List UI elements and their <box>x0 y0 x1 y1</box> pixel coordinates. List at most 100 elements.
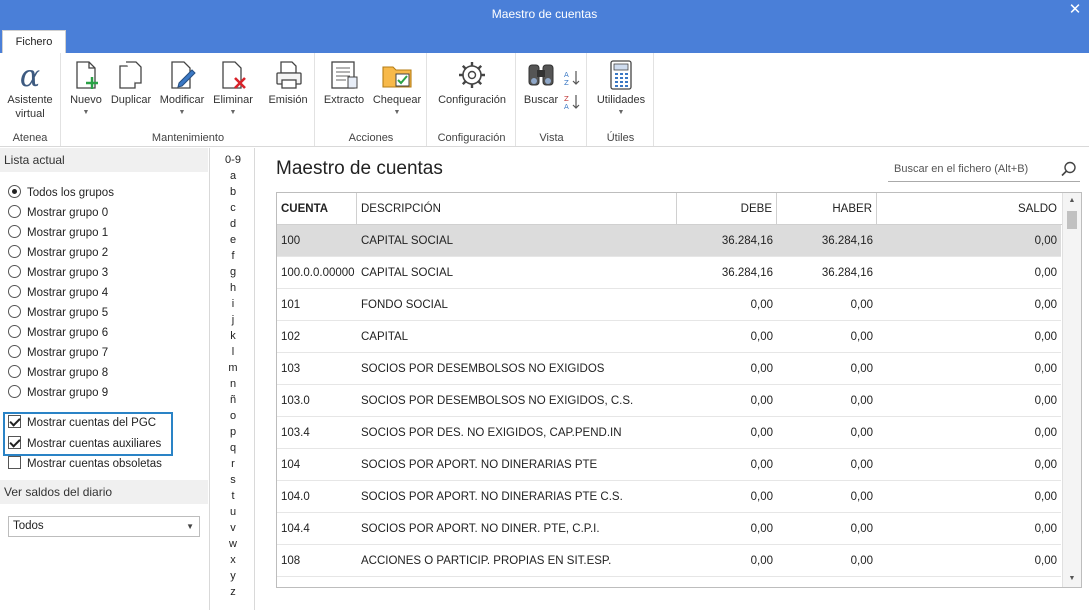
modificar-button[interactable]: Modificar ▼ <box>156 59 208 117</box>
alphabet-letter[interactable]: e <box>211 233 255 247</box>
binoculars-icon <box>528 64 554 86</box>
duplicate-icon <box>119 61 142 89</box>
alphabet-letter[interactable]: b <box>211 185 255 199</box>
radio-button[interactable] <box>8 245 21 258</box>
check-cuentas-obsoletas[interactable]: Mostrar cuentas obsoletas <box>8 455 162 473</box>
sort-az-button[interactable]: A Z <box>563 69 581 90</box>
duplicar-button[interactable]: Duplicar <box>107 59 155 107</box>
alphabet-letter[interactable]: m <box>211 361 255 375</box>
configuracion-button[interactable]: Configuración <box>432 59 512 107</box>
alphabet-letter[interactable]: f <box>211 249 255 263</box>
eliminar-button[interactable]: Eliminar ▼ <box>210 59 256 117</box>
radio-grupo-1[interactable]: Mostrar grupo 1 <box>8 224 108 242</box>
alphabet-letter[interactable]: x <box>211 553 255 567</box>
radio-grupo-4[interactable]: Mostrar grupo 4 <box>8 284 108 302</box>
table-row[interactable]: 101 FONDO SOCIAL 0,00 0,00 0,00 <box>277 289 1061 321</box>
radio-button[interactable] <box>8 365 21 378</box>
table-row[interactable]: 104.0 SOCIOS POR APORT. NO DINERARIAS PTE… <box>277 481 1061 513</box>
alphabet-letter[interactable]: a <box>211 169 255 183</box>
radio-grupo-6[interactable]: Mostrar grupo 6 <box>8 324 108 342</box>
column-header-saldo[interactable]: SALDO <box>877 193 1061 225</box>
checkbox[interactable] <box>8 436 21 449</box>
radio-button[interactable] <box>8 305 21 318</box>
table-row[interactable]: 103.4 SOCIOS POR DES. NO EXIGIDOS, CAP.PE… <box>277 417 1061 449</box>
column-header-descripcion[interactable]: DESCRIPCIÓN <box>357 193 677 225</box>
alphabet-letter[interactable]: u <box>211 505 255 519</box>
checkbox[interactable] <box>8 415 21 428</box>
table-row[interactable]: 108 ACCIONES O PARTICIP. PROPIAS EN SIT.E… <box>277 545 1061 577</box>
buscar-button[interactable]: Buscar <box>519 59 563 107</box>
check-cuentas-pgc[interactable]: Mostrar cuentas del PGC <box>8 414 156 432</box>
asistente-virtual-button[interactable]: α Asistente virtual <box>2 59 58 121</box>
alphabet-letter[interactable]: h <box>211 281 255 295</box>
radio-button[interactable] <box>8 345 21 358</box>
sort-za-button[interactable]: Z A <box>563 93 581 114</box>
radio-grupo-8[interactable]: Mostrar grupo 8 <box>8 364 108 382</box>
alphabet-letter[interactable]: n <box>211 377 255 391</box>
nuevo-button[interactable]: Nuevo ▼ <box>66 59 106 117</box>
scrollbar-thumb[interactable] <box>1067 211 1077 229</box>
alphabet-letter[interactable]: g <box>211 265 255 279</box>
checkbox[interactable] <box>8 456 21 469</box>
table-row[interactable]: 100.0.0.00000 CAPITAL SOCIAL 36.284,16 36.2… <box>277 257 1061 289</box>
table-row[interactable]: 103.0 SOCIOS POR DESEMBOLSOS NO EXIGIDOS,… <box>277 385 1061 417</box>
alphabet-letter[interactable]: s <box>211 473 255 487</box>
search-icon[interactable] <box>1060 160 1078 178</box>
table-row[interactable]: 103 SOCIOS POR DESEMBOLSOS NO EXIGIDOS 0,0… <box>277 353 1061 385</box>
alphabet-letter[interactable]: c <box>211 201 255 215</box>
alphabet-letter[interactable]: k <box>211 329 255 343</box>
column-header-cuenta[interactable]: CUENTA <box>277 193 357 225</box>
alphabet-letter[interactable]: p <box>211 425 255 439</box>
alphabet-letter[interactable]: o <box>211 409 255 423</box>
alphabet-letter[interactable]: r <box>211 457 255 471</box>
radio-grupo-3[interactable]: Mostrar grupo 3 <box>8 264 108 282</box>
utilidades-button[interactable]: Utilidades ▼ <box>591 59 651 117</box>
alphabet-letter[interactable]: l <box>211 345 255 359</box>
column-header-haber[interactable]: HABER <box>777 193 877 225</box>
emision-button[interactable]: Emisión <box>264 59 312 107</box>
saldos-select[interactable]: Todos ▼ <box>8 516 200 537</box>
alphabet-letter[interactable]: 0-9 <box>211 153 255 167</box>
check-cuentas-auxiliares[interactable]: Mostrar cuentas auxiliares <box>8 435 161 453</box>
radio-button[interactable] <box>8 385 21 398</box>
radio-button[interactable] <box>8 185 21 198</box>
table-row[interactable]: 104 SOCIOS POR APORT. NO DINERARIAS PTE 0,… <box>277 449 1061 481</box>
radio-todos-los-grupos[interactable]: Todos los grupos <box>8 184 114 202</box>
radio-button[interactable] <box>8 265 21 278</box>
radio-grupo-2[interactable]: Mostrar grupo 2 <box>8 244 108 262</box>
radio-grupo-7[interactable]: Mostrar grupo 7 <box>8 344 108 362</box>
table-row[interactable]: 102 CAPITAL 0,00 0,00 0,00 <box>277 321 1061 353</box>
alphabet-letter[interactable]: q <box>211 441 255 455</box>
radio-button[interactable] <box>8 205 21 218</box>
alphabet-letter[interactable]: v <box>211 521 255 535</box>
column-header-debe[interactable]: DEBE <box>677 193 777 225</box>
radio-button[interactable] <box>8 285 21 298</box>
alphabet-letter[interactable]: z <box>211 585 255 599</box>
radio-button[interactable] <box>8 225 21 238</box>
search-input[interactable]: Buscar en el fichero (Alt+B) <box>888 156 1080 182</box>
chequear-button[interactable]: Chequear ▼ <box>370 59 424 117</box>
radio-grupo-9[interactable]: Mostrar grupo 9 <box>8 384 108 402</box>
search-placeholder: Buscar en el fichero (Alt+B) <box>894 163 1029 175</box>
alphabet-letter[interactable]: y <box>211 569 255 583</box>
alphabet-letter[interactable]: d <box>211 217 255 231</box>
alphabet-letter[interactable]: j <box>211 313 255 327</box>
extracto-button[interactable]: Extracto <box>320 59 368 107</box>
scroll-down-icon[interactable]: ▼ <box>1063 571 1081 587</box>
cell-haber: 0,00 <box>850 459 873 471</box>
table-row[interactable]: 104.4 SOCIOS POR APORT. NO DINER. PTE, C.… <box>277 513 1061 545</box>
table-row[interactable]: 100 CAPITAL SOCIAL 36.284,16 36.284,16 0,00 <box>277 225 1061 257</box>
cell-debe: 0,00 <box>750 395 773 407</box>
radio-grupo-5[interactable]: Mostrar grupo 5 <box>8 304 108 322</box>
tab-fichero[interactable]: Fichero <box>2 30 66 55</box>
vertical-scrollbar[interactable]: ▲ ▼ <box>1062 193 1081 587</box>
alphabet-letter[interactable]: ñ <box>211 393 255 407</box>
close-icon[interactable]: ✕ <box>1065 0 1085 20</box>
alphabet-letter[interactable]: t <box>211 489 255 503</box>
chevron-down-icon[interactable]: ▼ <box>186 517 194 536</box>
alphabet-letter[interactable]: w <box>211 537 255 551</box>
scroll-up-icon[interactable]: ▲ <box>1063 193 1081 209</box>
radio-button[interactable] <box>8 325 21 338</box>
alphabet-letter[interactable]: i <box>211 297 255 311</box>
radio-grupo-0[interactable]: Mostrar grupo 0 <box>8 204 108 222</box>
